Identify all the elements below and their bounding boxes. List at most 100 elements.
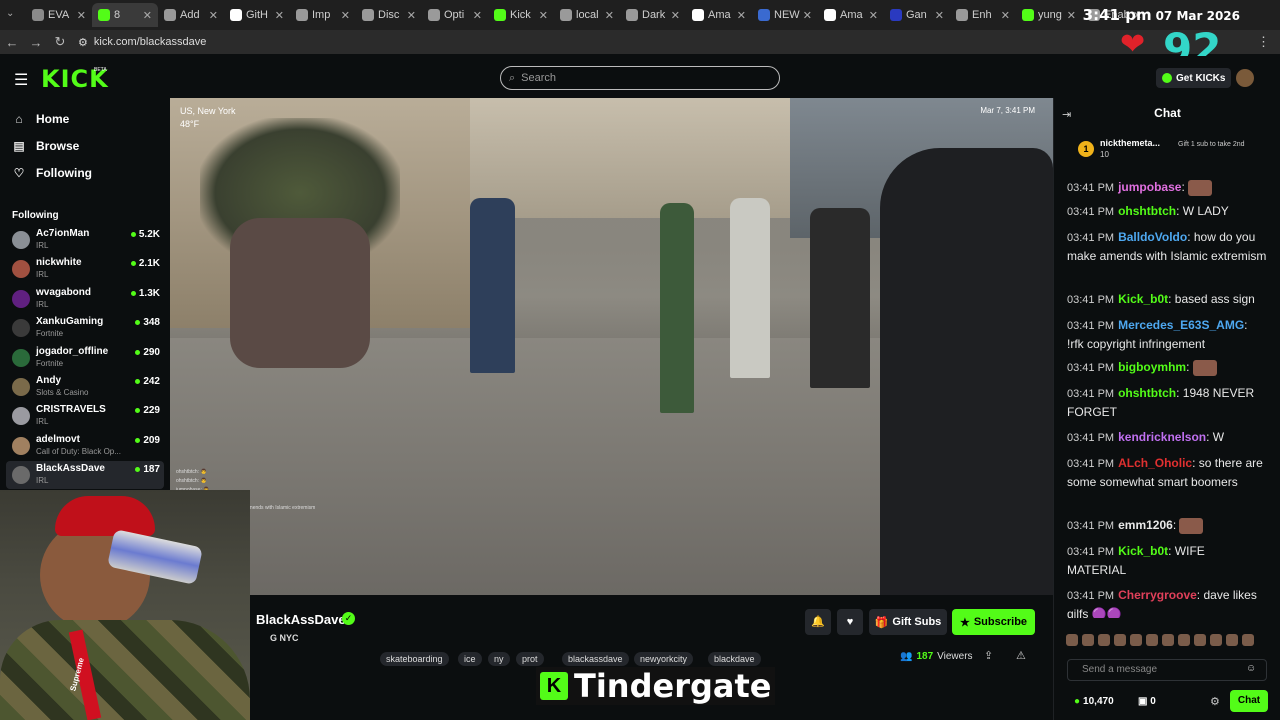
back-icon[interactable]: ← — [0, 35, 24, 50]
share-icon[interactable]: ⇪ — [984, 649, 993, 662]
chat-username[interactable]: Kick_b0t — [1118, 292, 1168, 306]
browser-tab[interactable]: GitH ✕ — [224, 3, 290, 27]
close-icon[interactable]: ✕ — [77, 9, 86, 22]
stream-tag[interactable]: blackassdave — [562, 652, 629, 666]
browser-tab[interactable]: NEW ✕ — [752, 3, 818, 27]
chat-username[interactable]: emm1206 — [1118, 518, 1173, 532]
browser-tab[interactable]: Gan ✕ — [884, 3, 950, 27]
chat-username[interactable]: ohshtbtch — [1118, 386, 1176, 400]
sidebar-nav-following[interactable]: ♡ Following — [12, 166, 92, 180]
chat-username[interactable]: ohshtbtch — [1118, 204, 1176, 218]
followed-channel[interactable]: Andy Slots & Casino 242 — [6, 373, 164, 401]
chat-username[interactable]: BalldoVoldo — [1118, 230, 1187, 244]
emote-icon[interactable] — [1210, 634, 1222, 646]
browser-tab[interactable]: Enh ✕ — [950, 3, 1016, 27]
close-icon[interactable]: ✕ — [341, 9, 350, 22]
close-icon[interactable]: ✕ — [275, 9, 284, 22]
close-icon[interactable]: ✕ — [605, 9, 614, 22]
emote-icon[interactable] — [1242, 634, 1254, 646]
followed-channel[interactable]: wvagabond IRL 1.3K — [6, 285, 164, 313]
user-avatar[interactable] — [1236, 69, 1254, 87]
browser-tab[interactable]: Opti ✕ — [422, 3, 488, 27]
emote-icon[interactable] — [1194, 634, 1206, 646]
followed-channel[interactable]: adelmovt Call of Duty: Black Op... 209 — [6, 432, 164, 460]
browser-tab[interactable]: 8 ✕ — [92, 3, 158, 27]
emote-icon[interactable] — [1130, 634, 1142, 646]
gift-subs-button[interactable]: 🎁 Gift Subs — [869, 609, 947, 635]
close-icon[interactable]: ✕ — [803, 9, 812, 22]
browser-tab[interactable]: Kick ✕ — [488, 3, 554, 27]
following-icon: ♡ — [13, 166, 25, 180]
followed-channel[interactable]: nickwhite IRL 2.1K — [6, 255, 164, 283]
close-icon[interactable]: ✕ — [1067, 9, 1076, 22]
chat-username[interactable]: bigboymhm — [1118, 360, 1186, 374]
sidebar-nav-browse[interactable]: ▤ Browse — [12, 139, 79, 153]
chat-username[interactable]: kendricknelson — [1118, 430, 1206, 444]
emote-icon[interactable] — [1226, 634, 1238, 646]
close-icon[interactable]: ✕ — [407, 9, 416, 22]
streamer-name[interactable]: BlackAssDave — [256, 612, 346, 627]
followed-channel[interactable]: XankuGaming Fortnite 348 — [6, 314, 164, 342]
chat-username[interactable]: ALch_Oholic — [1118, 456, 1192, 470]
stream-tag[interactable]: ice — [458, 652, 482, 666]
followed-channel[interactable]: CRISTRAVELS IRL 229 — [6, 402, 164, 430]
close-icon[interactable]: ✕ — [1001, 9, 1010, 22]
browser-tab[interactable]: Ama ✕ — [686, 3, 752, 27]
browser-tab[interactable]: yung ✕ — [1016, 3, 1082, 27]
browser-tab[interactable]: Disc ✕ — [356, 3, 422, 27]
chat-username[interactable]: jumpobase — [1118, 180, 1181, 194]
emoji-icon[interactable]: ☺ — [1246, 663, 1256, 674]
pinned-gifter[interactable]: 1 nickthemeta... 10 Gift 1 sub to take 2… — [1074, 138, 1274, 162]
browser-tab[interactable]: local ✕ — [554, 3, 620, 27]
close-icon[interactable]: ✕ — [209, 9, 218, 22]
browser-tab[interactable]: Add ✕ — [158, 3, 224, 27]
subscribe-button[interactable]: ★ Subscribe — [952, 609, 1035, 635]
emote-icon[interactable] — [1162, 634, 1174, 646]
reload-icon[interactable]: ↻ — [48, 34, 72, 50]
browser-tab[interactable]: EVA ✕ — [26, 3, 92, 27]
browser-menu-icon[interactable]: ⋮ — [1257, 34, 1270, 50]
follow-button[interactable]: ♥ — [837, 609, 863, 635]
get-kicks-button[interactable]: Get KICKs — [1156, 68, 1232, 88]
close-icon[interactable]: ✕ — [473, 9, 482, 22]
close-icon[interactable]: ✕ — [539, 9, 548, 22]
report-icon[interactable]: ⚠ — [1016, 649, 1026, 662]
sidebar-nav-home[interactable]: ⌂ Home — [12, 112, 69, 126]
search-input[interactable]: ⌕ Search — [500, 66, 780, 90]
browser-tab[interactable]: Dark ✕ — [620, 3, 686, 27]
close-icon[interactable]: ✕ — [143, 9, 152, 22]
emote-icon[interactable] — [1114, 634, 1126, 646]
chat-username[interactable]: Cherrygroove — [1118, 588, 1197, 602]
emote-icon[interactable] — [1178, 634, 1190, 646]
notification-bell-button[interactable]: 🔔 — [805, 609, 831, 635]
followed-channel[interactable]: jogador_offline Fortnite 290 — [6, 344, 164, 372]
chat-username[interactable]: Kick_b0t — [1118, 544, 1168, 558]
gear-icon[interactable]: ⚙ — [1210, 695, 1220, 708]
close-icon[interactable]: ✕ — [737, 9, 746, 22]
video-player[interactable]: US, New York 48°F Mar 7, 3:41 PM ohshtbt… — [170, 98, 1053, 595]
chat-username[interactable]: Mercedes_E63S_AMG — [1118, 318, 1244, 332]
stream-tag[interactable]: ny — [488, 652, 510, 666]
close-icon[interactable]: ✕ — [935, 9, 944, 22]
stream-tag[interactable]: blackdave — [708, 652, 761, 666]
tab-search-icon[interactable]: ⌄ — [6, 8, 20, 22]
close-icon[interactable]: ✕ — [869, 9, 878, 22]
forward-icon[interactable]: → — [24, 35, 48, 50]
emote-icon[interactable] — [1098, 634, 1110, 646]
followed-channel[interactable]: Ac7ionMan IRL 5.2K — [6, 226, 164, 254]
stream-tag[interactable]: newyorkcity — [634, 652, 694, 666]
emote-icon[interactable] — [1146, 634, 1158, 646]
browser-tab[interactable]: Ama ✕ — [818, 3, 884, 27]
emote-icon[interactable] — [1066, 634, 1078, 646]
site-info-icon[interactable]: ⚙ — [78, 36, 88, 49]
menu-icon[interactable]: ☰ — [14, 70, 28, 90]
stream-tag[interactable]: skateboarding — [380, 652, 449, 666]
emote-icon[interactable] — [1082, 634, 1094, 646]
stream-tag[interactable]: prot — [516, 652, 544, 666]
browser-tab[interactable]: Imp ✕ — [290, 3, 356, 27]
chat-send-button[interactable]: Chat — [1230, 690, 1268, 712]
url-field[interactable]: ⚙ kick.com/blackassdave — [78, 32, 1098, 52]
chat-input[interactable]: Send a message — [1067, 659, 1267, 681]
close-icon[interactable]: ✕ — [671, 9, 680, 22]
followed-channel[interactable]: BlackAssDave IRL 187 — [6, 461, 164, 490]
